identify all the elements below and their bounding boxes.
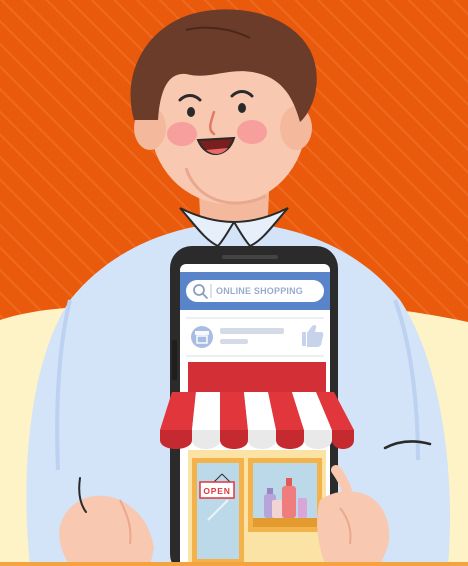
phone-side-button [172,340,177,380]
storefront-icon-awning [195,331,209,335]
awning-stripes [160,392,354,430]
search-placeholder: ONLINE SHOPPING [216,286,303,296]
eye-left [187,107,195,117]
cheek-left [167,122,197,146]
awning-top [188,362,326,392]
open-sign-label: OPEN [203,486,230,496]
list-item-subtitle-placeholder [220,339,248,344]
phone-speaker [222,255,278,259]
list-item-title-placeholder [220,328,284,334]
illustration: ONLINE SHOPPING OPEN [0,0,468,566]
illustration-canvas: ONLINE SHOPPING OPEN [0,0,468,566]
storefront-icon [191,326,213,348]
eye-right [238,103,246,113]
bottom-border [0,562,468,566]
cheek-right [237,120,267,144]
window-shelf [253,518,317,527]
